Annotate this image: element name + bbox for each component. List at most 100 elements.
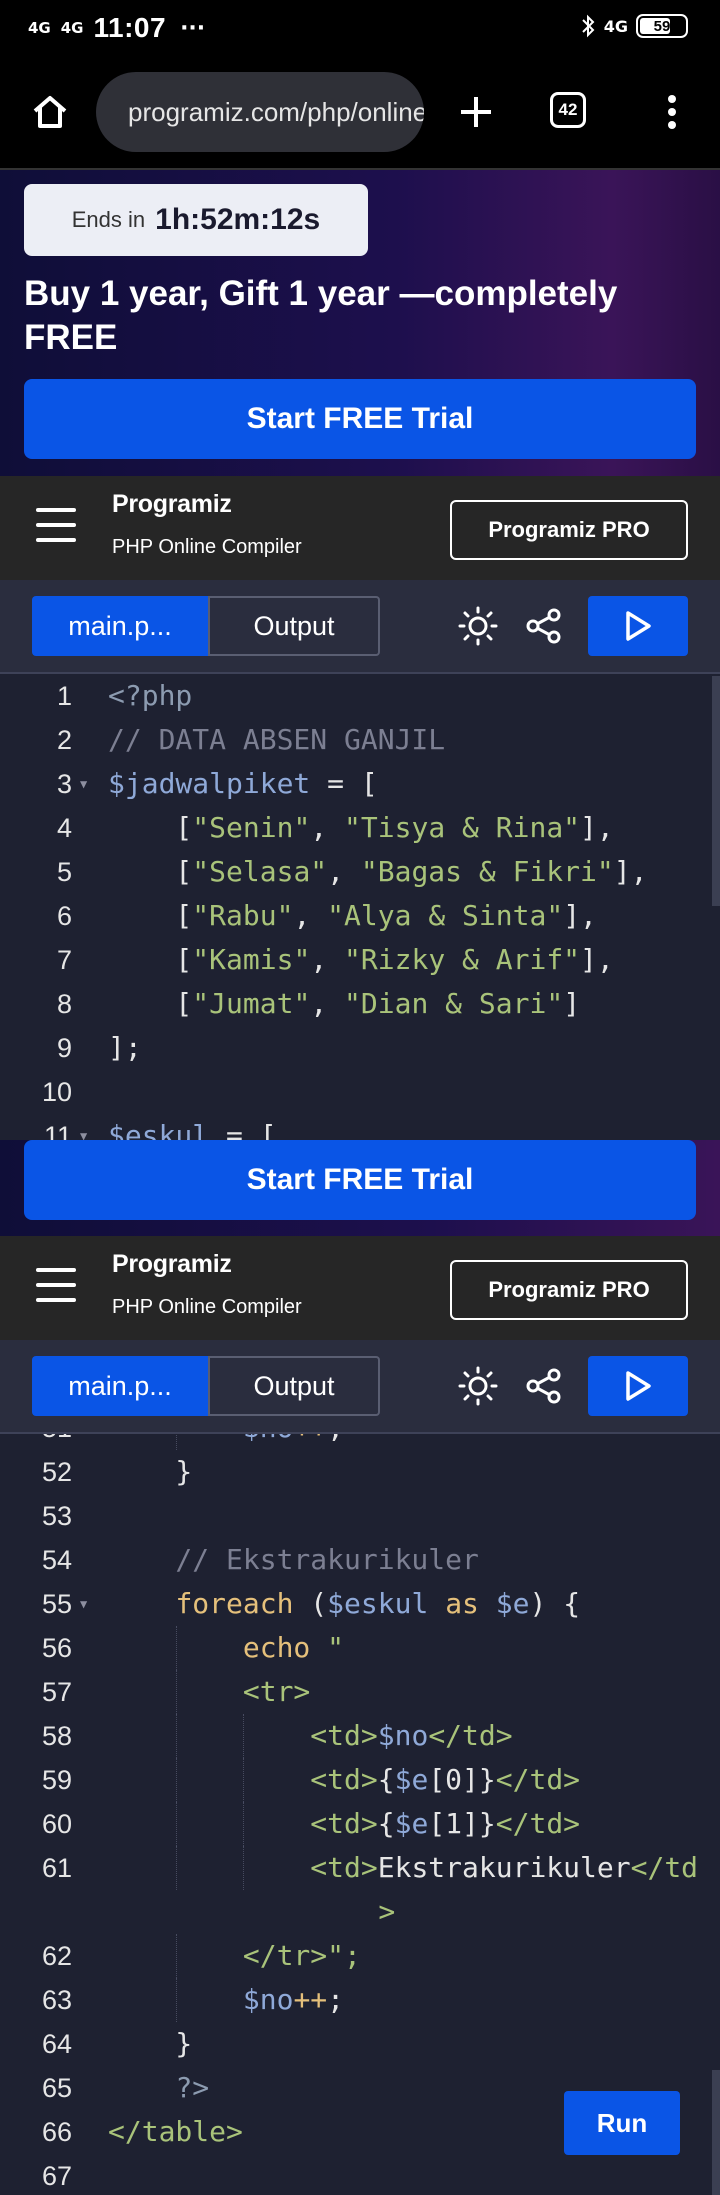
tab-main-file[interactable]: main.p...	[32, 596, 208, 656]
line-number: 54	[41, 1545, 72, 1575]
site-header-sticky: Programiz PHP Online Compiler Programiz …	[0, 1236, 720, 1340]
code-line[interactable]: 8 ["Jumat", "Dian & Sari"]	[0, 982, 720, 1026]
line-number: 58	[41, 1721, 72, 1751]
code-line[interactable]: 60 <td>{$e[1]}</td>	[0, 1802, 720, 1846]
code-line[interactable]: 6 ["Rabu", "Alya & Sinta"],	[0, 894, 720, 938]
code-text: ["Senin", "Tisya & Rina"],	[108, 811, 614, 844]
code-line[interactable]: 57 <tr>	[0, 1670, 720, 1714]
line-number: 55	[41, 1589, 72, 1619]
run-code-button[interactable]	[588, 596, 688, 656]
tab-output[interactable]: Output	[208, 1356, 380, 1416]
hamburger-menu-icon[interactable]	[36, 508, 76, 542]
tab-output[interactable]: Output	[208, 596, 380, 656]
code-text: >	[378, 1895, 396, 1928]
code-line[interactable]: 55 ▼ foreach ($eskul as $e) {	[0, 1582, 720, 1626]
share-icon[interactable]	[522, 1364, 566, 1408]
programiz-logo[interactable]: Programiz	[112, 490, 232, 519]
editor-scrollbar[interactable]	[712, 676, 720, 906]
status-bar: 4G 4G 11:07 ··· 4G 59	[0, 0, 720, 58]
code-text: $eskul = [	[108, 1119, 277, 1140]
url-text: programiz.com/php/online-compiler	[128, 96, 424, 127]
code-text: $no++;	[242, 1983, 345, 2016]
code-line[interactable]: 58 <td>$no</td>	[0, 1714, 720, 1758]
code-line[interactable]: 63 $no++;	[0, 1978, 720, 2022]
code-text: ["Rabu", "Alya & Sinta"],	[108, 899, 597, 932]
fold-arrow-icon[interactable]: ▼	[80, 762, 87, 806]
code-line[interactable]: 10	[0, 1070, 720, 1114]
line-number: 9	[56, 1033, 72, 1063]
status-time: 11:07	[93, 12, 167, 43]
line-number: 66	[41, 2117, 72, 2147]
hamburger-menu-icon[interactable]	[36, 1268, 76, 1302]
code-line[interactable]: 51 $no++;	[0, 1434, 720, 1450]
code-line[interactable]: 11 ▼ $eskul = [	[0, 1114, 720, 1140]
theme-toggle-icon[interactable]	[456, 1364, 500, 1408]
code-text: foreach ($eskul as $e) {	[175, 1587, 581, 1620]
theme-toggle-icon[interactable]	[456, 604, 500, 648]
share-icon[interactable]	[522, 604, 566, 648]
code-line[interactable]: 3 ▼ $jadwalpiket = [	[0, 762, 720, 806]
code-line[interactable]: 61 <td>Ekstrakurikuler</td	[0, 1846, 720, 1890]
browser-menu-icon[interactable]	[652, 86, 692, 138]
promo-title: Buy 1 year, Gift 1 year —completely FREE	[24, 274, 618, 357]
battery-icon: 59	[636, 14, 688, 38]
bluetooth-icon	[582, 14, 595, 38]
sticky-start-free-trial-button[interactable]: Start FREE Trial	[24, 1140, 696, 1220]
code-line[interactable]: 9];	[0, 1026, 720, 1070]
more-notifications-icon: ···	[180, 15, 206, 41]
new-tab-icon[interactable]	[450, 86, 502, 138]
address-bar[interactable]: programiz.com/php/online-compiler	[96, 72, 424, 152]
tab-count: 42	[550, 92, 586, 128]
countdown-value: 1h:52m:12s	[155, 203, 321, 236]
code-line[interactable]: 67	[0, 2154, 720, 2195]
code-text: }	[108, 2027, 193, 2060]
line-number: 57	[41, 1677, 72, 1707]
tab-switcher-button[interactable]: 42	[550, 92, 586, 128]
code-line-wrap: >	[0, 1890, 720, 1934]
code-editor-scrolled[interactable]: 51 $no++;52 }5354 // Ekstrakurikuler55▼ …	[0, 1434, 720, 2195]
floating-run-button[interactable]: Run	[564, 2091, 680, 2155]
code-line[interactable]: 52 }	[0, 1450, 720, 1494]
play-icon	[626, 611, 651, 641]
line-number: 61	[41, 1853, 72, 1883]
code-editor[interactable]: 1 <?php 2 // DATA ABSEN GANJIL 3 ▼ $jadwalpike…	[0, 674, 720, 1140]
compiler-toolbar: main.p... Output	[0, 580, 720, 674]
code-line[interactable]: 53	[0, 1494, 720, 1538]
line-number: 2	[56, 725, 72, 755]
tab-main-file[interactable]: main.p...	[32, 1356, 208, 1416]
code-line[interactable]: 7 ["Kamis", "Rizky & Arif"],	[0, 938, 720, 982]
programiz-pro-button[interactable]: Programiz PRO	[450, 500, 688, 560]
line-number: 10	[41, 1077, 72, 1107]
line-number: 3	[56, 769, 72, 799]
network-type: 4G	[603, 16, 628, 36]
line-number: 56	[41, 1633, 72, 1663]
start-free-trial-button[interactable]: Start FREE Trial	[24, 379, 696, 459]
sticky-promo-band: Start FREE Trial	[0, 1140, 720, 1236]
line-number: 51	[0, 1434, 72, 1450]
programiz-logo[interactable]: Programiz	[112, 1250, 232, 1279]
code-line[interactable]: 64 }	[0, 2022, 720, 2066]
run-code-button[interactable]	[588, 1356, 688, 1416]
code-text: $jadwalpiket = [	[108, 767, 378, 800]
code-line[interactable]: 56 echo "	[0, 1626, 720, 1670]
code-line[interactable]: 1 <?php	[0, 674, 720, 718]
code-text: <td>{$e[1]}</td>	[310, 1807, 581, 1840]
code-line[interactable]: 4 ["Senin", "Tisya & Rina"],	[0, 806, 720, 850]
code-text: ];	[108, 1031, 142, 1064]
fold-arrow-icon[interactable]: ▼	[80, 1114, 87, 1140]
editor-scrollbar[interactable]	[712, 2070, 720, 2195]
code-line[interactable]: 59 <td>{$e[0]}</td>	[0, 1758, 720, 1802]
programiz-pro-button[interactable]: Programiz PRO	[450, 1260, 688, 1320]
line-number: 52	[41, 1457, 72, 1487]
line-number: 67	[41, 2161, 72, 2191]
code-text: }	[108, 1455, 193, 1488]
code-line[interactable]: 62 </tr>";	[0, 1934, 720, 1978]
code-line[interactable]: 54 // Ekstrakurikuler	[0, 1538, 720, 1582]
fold-arrow-icon[interactable]: ▼	[80, 1582, 87, 1626]
code-text: $no++;	[108, 1434, 344, 1450]
countdown-timer: Ends in 1h:52m:12s	[24, 184, 368, 256]
code-text: // Ekstrakurikuler	[108, 1543, 479, 1576]
code-line[interactable]: 5 ["Selasa", "Bagas & Fikri"],	[0, 850, 720, 894]
home-icon[interactable]	[24, 86, 76, 138]
code-line[interactable]: 2 // DATA ABSEN GANJIL	[0, 718, 720, 762]
